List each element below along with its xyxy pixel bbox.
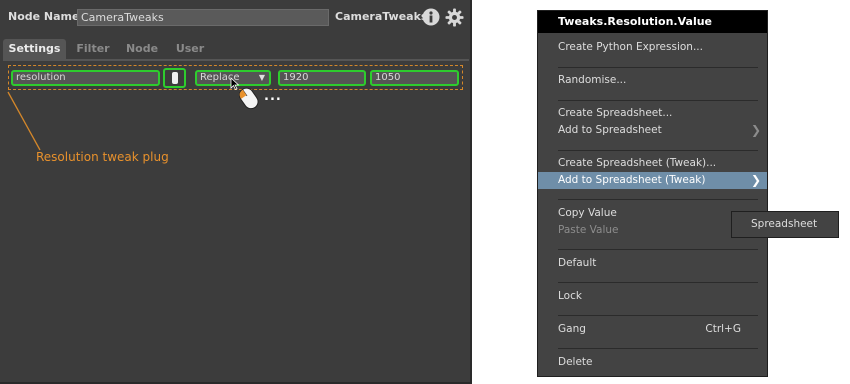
menu-item-label: Paste Value — [558, 224, 619, 236]
menu-item-label: Lock — [558, 290, 582, 302]
submenu-item-spreadsheet[interactable]: Spreadsheet — [751, 218, 817, 230]
submenu-arrow-icon: ❯ — [750, 173, 761, 187]
menu-item-label: Add to Spreadsheet (Tweak) — [558, 174, 706, 186]
annotation-leader-line — [7, 91, 41, 151]
menu-title: Tweaks.Resolution.Value — [538, 11, 767, 33]
menu-separator — [558, 315, 758, 316]
submenu: Spreadsheet — [731, 211, 839, 238]
menu-item-label: Default — [558, 257, 597, 269]
mouse-cursor-icon: ... — [229, 77, 289, 111]
shortcut-label: Ctrl+G — [705, 323, 741, 335]
menu-separator — [558, 282, 758, 283]
menu-item-add-to-spreadsheet[interactable]: Add to Spreadsheet ❯ — [538, 122, 767, 139]
menu-item-label: Gang — [558, 323, 586, 335]
menu-separator — [558, 199, 758, 200]
menu-item-label: Randomise... — [558, 74, 627, 86]
ellipsis: ... — [264, 89, 282, 104]
menu-separator — [558, 67, 758, 68]
menu-separator — [558, 150, 758, 151]
menu-item-lock[interactable]: Lock — [538, 288, 767, 305]
submenu-arrow-icon: ❯ — [750, 123, 761, 137]
context-menu: Tweaks.Resolution.Value Create Python Ex… — [537, 10, 768, 377]
menu-item-create-spreadsheet-tweak[interactable]: Create Spreadsheet (Tweak)... — [538, 155, 767, 172]
menu-separator — [558, 348, 758, 349]
menu-item-label: Add to Spreadsheet — [558, 124, 662, 136]
menu-item-label: Create Python Expression... — [558, 41, 703, 53]
menu-item-create-spreadsheet[interactable]: Create Spreadsheet... — [538, 105, 767, 122]
menu-item-label: Create Spreadsheet... — [558, 107, 673, 119]
menu-item-randomise[interactable]: Randomise... — [538, 72, 767, 89]
menu-item-label: Copy Value — [558, 207, 617, 219]
annotation-label: Resolution tweak plug — [36, 150, 169, 164]
menu-item-delete[interactable]: Delete — [538, 354, 767, 371]
menu-item-create-python-expression[interactable]: Create Python Expression... — [538, 39, 767, 56]
node-editor-panel: Node Name CameraTweaks CameraTweaks Sett… — [0, 0, 472, 384]
menu-item-add-to-spreadsheet-tweak[interactable]: Add to Spreadsheet (Tweak) ❯ — [538, 172, 767, 189]
menu-item-label: Delete — [558, 356, 593, 368]
menu-item-label: Create Spreadsheet (Tweak)... — [558, 157, 717, 169]
menu-item-gang[interactable]: Gang Ctrl+G — [538, 321, 767, 338]
menu-separator — [558, 100, 758, 101]
menu-item-default[interactable]: Default — [538, 255, 767, 272]
menu-separator — [558, 249, 758, 250]
